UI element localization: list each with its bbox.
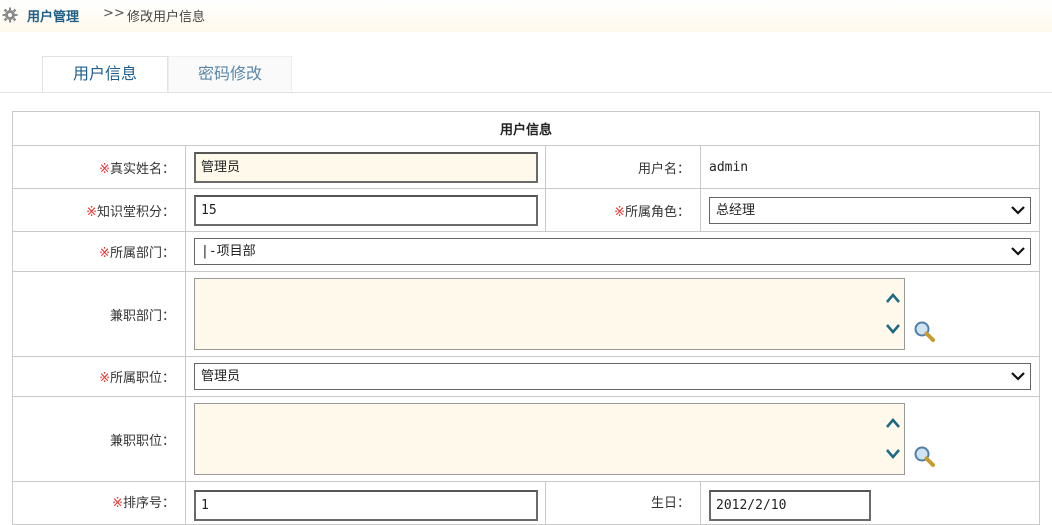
chevron-down-icon <box>1011 247 1025 256</box>
magnifier-icon[interactable] <box>913 320 935 342</box>
role-select-value: 总经理 <box>716 202 756 218</box>
department-select-value: |-项目部 <box>201 244 256 259</box>
birthday-label: 生日： <box>545 481 701 525</box>
role-label: ※所属角色： <box>545 188 701 232</box>
breadcrumb: 用户管理 >> 修改用户信息 <box>0 0 1052 32</box>
breadcrumb-current: 修改用户信息 <box>127 10 206 25</box>
tab-user-info[interactable]: 用户信息 <box>42 56 168 92</box>
chevron-down-icon <box>1011 205 1025 215</box>
username-label: 用户名： <box>545 145 701 189</box>
chevron-down-icon <box>1011 372 1025 381</box>
role-select[interactable]: 总经理 <box>709 196 1032 224</box>
position-select-value: 管理员 <box>201 369 241 384</box>
username-value: admin <box>709 159 749 175</box>
tab-password-change[interactable]: 密码修改 <box>168 56 292 92</box>
position-label: ※所属职位： <box>12 356 186 397</box>
birthday-input[interactable]: 2012/2/10 <box>709 490 871 521</box>
real-name-input[interactable]: 管理员 <box>194 151 538 183</box>
department-label: ※所属部门： <box>12 231 186 272</box>
points-input[interactable]: 15 <box>194 194 538 226</box>
part-dept-listbox[interactable] <box>194 278 905 350</box>
order-no-label: ※排序号： <box>12 481 186 525</box>
chevron-up-icon[interactable] <box>885 417 901 429</box>
position-select[interactable]: 管理员 <box>194 363 1032 390</box>
breadcrumb-separator: >> <box>103 6 125 21</box>
magnifier-icon[interactable] <box>913 445 935 467</box>
order-no-input[interactable]: 1 <box>194 490 538 521</box>
points-label: ※知识堂积分： <box>12 188 186 232</box>
department-select[interactable]: |-项目部 <box>194 238 1032 265</box>
chevron-down-icon[interactable] <box>885 448 901 460</box>
chevron-up-icon[interactable] <box>885 292 901 304</box>
real-name-label: ※真实姓名： <box>12 145 186 189</box>
gear-icon <box>2 7 18 23</box>
part-dept-label: 兼职部门： <box>12 271 186 357</box>
tab-bar: 用户信息 密码修改 <box>0 56 1052 93</box>
chevron-down-icon[interactable] <box>885 323 901 335</box>
user-info-form: 用户信息 ※真实姓名： 管理员 用户名： admin ※知识堂积分： 15 ※所… <box>11 111 1041 525</box>
part-position-listbox[interactable] <box>194 403 905 475</box>
breadcrumb-section[interactable]: 用户管理 <box>27 6 79 25</box>
form-title: 用户信息 <box>11 111 1041 146</box>
part-position-label: 兼职职位： <box>12 396 186 482</box>
